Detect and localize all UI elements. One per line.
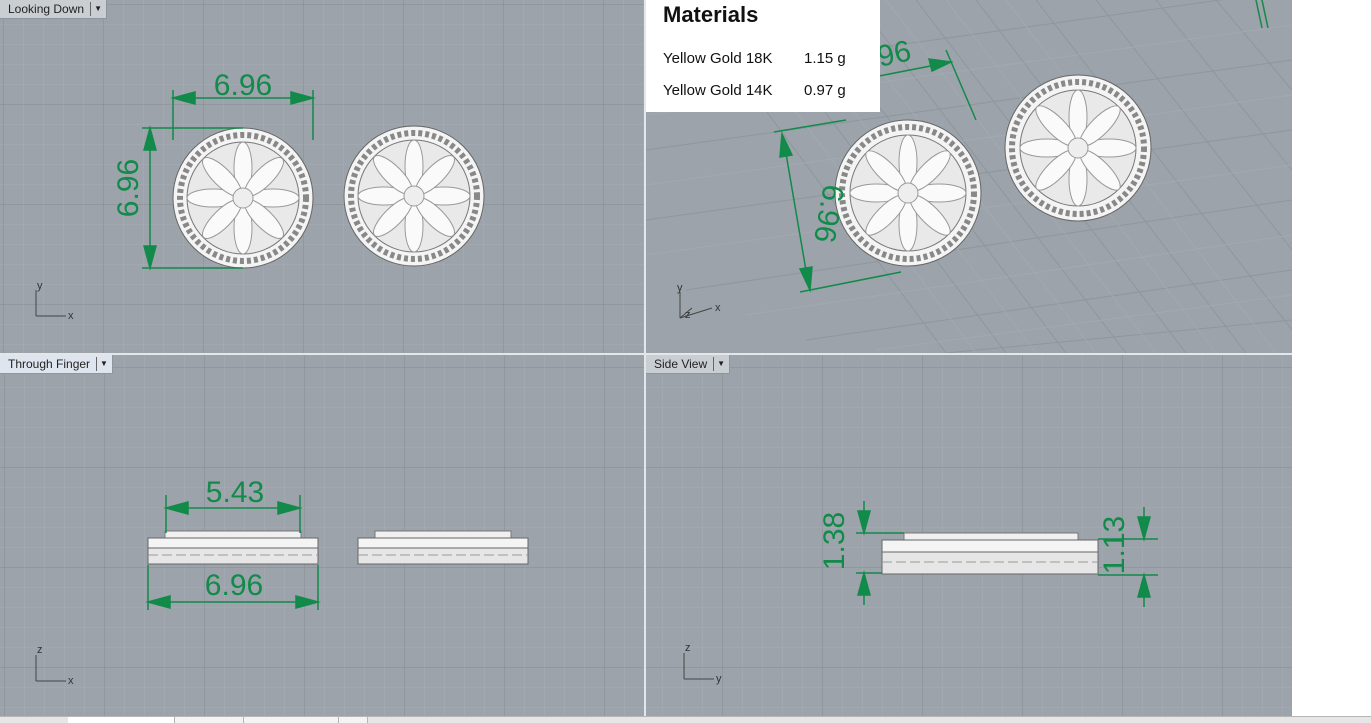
dim-side-right-label: 1.13 bbox=[1098, 516, 1131, 574]
material-weight: 0.97 g bbox=[804, 82, 846, 99]
dim-top-width-label: 6.96 bbox=[214, 69, 272, 102]
viewport-side-label[interactable]: Side View ▼ bbox=[646, 355, 731, 374]
viewport-tab[interactable] bbox=[339, 717, 368, 723]
viewport-tab[interactable] bbox=[68, 717, 175, 723]
dim-persp-height-label: 6.96 bbox=[807, 182, 850, 245]
horizontal-splitter[interactable] bbox=[0, 353, 1292, 355]
svg-text:y: y bbox=[37, 280, 43, 292]
viewport-top[interactable]: 6.96 6.96 y x Looking Down ▼ bbox=[0, 0, 644, 353]
svg-text:y: y bbox=[677, 282, 683, 294]
material-row: Yellow Gold 18K 1.15 g bbox=[663, 50, 846, 67]
medallion-top-left bbox=[172, 127, 314, 269]
dim-top-height-label: 6.96 bbox=[112, 159, 145, 217]
viewport-front-title: Through Finger bbox=[8, 357, 91, 371]
dropdown-arrow-icon[interactable]: ▼ bbox=[96, 357, 108, 371]
medallion-top-right bbox=[343, 125, 485, 267]
viewport-front-label[interactable]: Through Finger ▼ bbox=[0, 355, 113, 374]
svg-text:y: y bbox=[716, 673, 722, 685]
viewport-side[interactable]: 1.38 1.13 z y Side View ▼ bbox=[646, 355, 1292, 716]
svg-text:z: z bbox=[685, 642, 691, 654]
dropdown-arrow-icon[interactable]: ▼ bbox=[90, 2, 102, 16]
medallion-persp-right bbox=[1004, 74, 1152, 222]
viewport-front[interactable]: 5.43 6.96 z x Through Finger ▼ bbox=[0, 355, 644, 716]
svg-text:x: x bbox=[715, 302, 721, 314]
materials-panel: Materials Yellow Gold 18K 1.15 g Yellow G… bbox=[646, 0, 880, 112]
medallion-front-right bbox=[357, 530, 529, 565]
viewport-tab[interactable] bbox=[244, 717, 339, 723]
viewport-side-canvas[interactable]: 1.38 1.13 z y bbox=[646, 355, 1292, 716]
dimension-fragment bbox=[1255, 0, 1269, 29]
material-name: Yellow Gold 18K bbox=[663, 50, 773, 67]
material-row: Yellow Gold 14K 0.97 g bbox=[663, 82, 846, 99]
viewport-front-canvas[interactable]: 5.43 6.96 z x bbox=[0, 355, 644, 716]
viewport-side-title: Side View bbox=[654, 357, 708, 371]
material-weight: 1.15 g bbox=[804, 50, 846, 67]
svg-text:z: z bbox=[37, 644, 43, 656]
dim-side-left-label: 1.38 bbox=[818, 512, 851, 570]
viewport-top-title: Looking Down bbox=[8, 2, 85, 16]
svg-text:x: x bbox=[68, 310, 74, 322]
viewport-tab[interactable] bbox=[175, 717, 244, 723]
medallion-persp-left bbox=[834, 119, 982, 267]
viewport-top-canvas[interactable]: 6.96 6.96 y x bbox=[0, 0, 644, 353]
svg-text:z: z bbox=[685, 309, 691, 321]
dropdown-arrow-icon[interactable]: ▼ bbox=[713, 357, 725, 371]
dim-front-top-label: 5.43 bbox=[206, 476, 264, 509]
materials-title: Materials bbox=[663, 2, 759, 27]
vertical-splitter[interactable] bbox=[644, 0, 646, 716]
medallion-side bbox=[881, 532, 1099, 575]
svg-text:x: x bbox=[68, 675, 74, 687]
material-name: Yellow Gold 14K bbox=[663, 82, 773, 99]
viewport-top-label[interactable]: Looking Down ▼ bbox=[0, 0, 107, 19]
dim-front-bottom-label: 6.96 bbox=[205, 569, 263, 602]
medallion-front-left bbox=[147, 530, 319, 565]
